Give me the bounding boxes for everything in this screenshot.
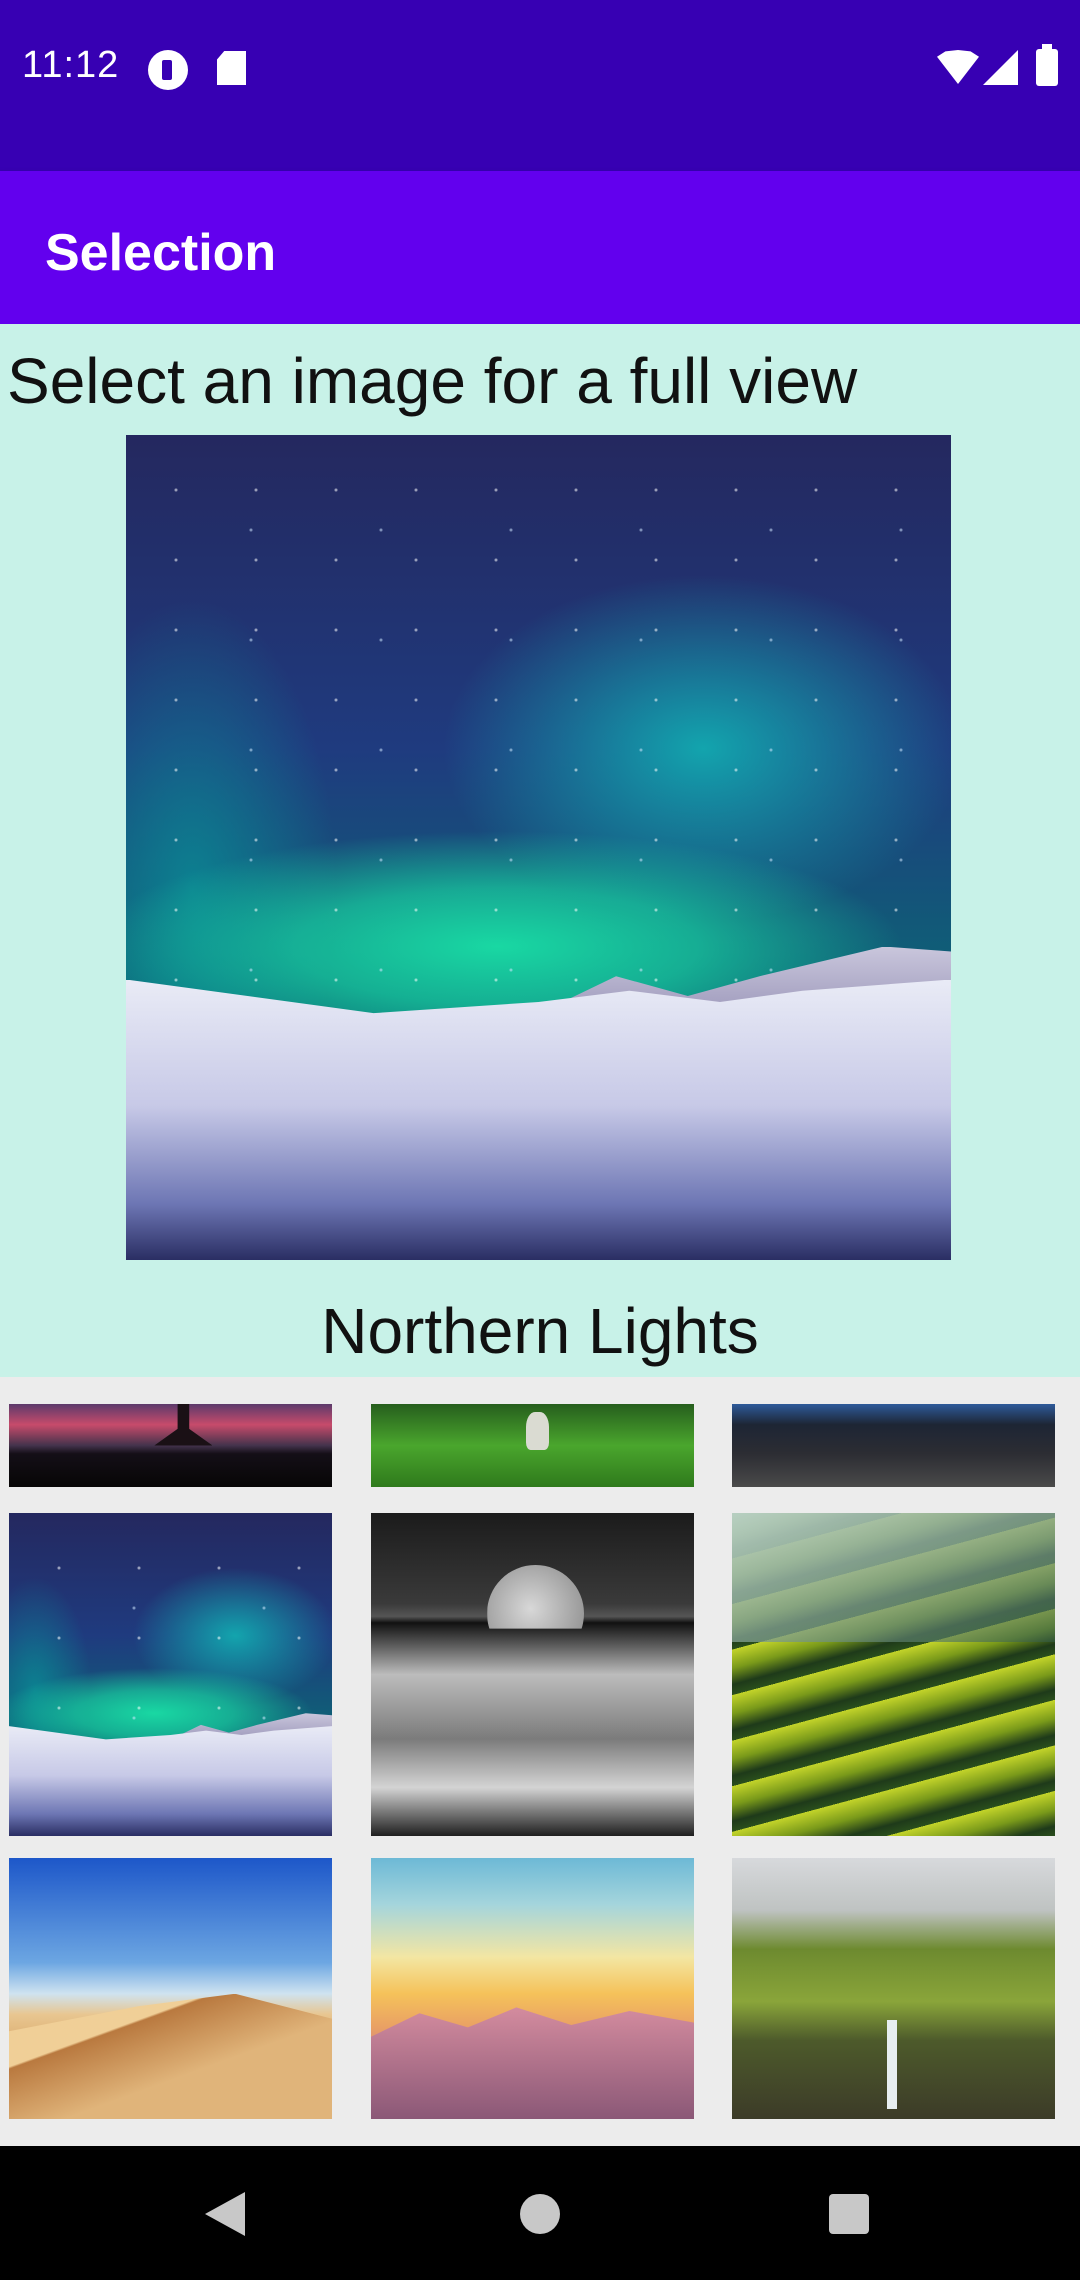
thumbnail-green-forest[interactable] [371,1404,694,1487]
sd-card-icon [217,51,246,85]
wifi-icon [937,50,979,84]
aurora-snow-shape [126,979,951,1260]
selection-panel: Select an image for a full view Northern… [0,324,1080,1377]
app-title: Selection [45,224,277,282]
image-gallery [0,1377,1080,2146]
cell-signal-icon [983,50,1018,85]
back-icon[interactable] [205,2192,245,2236]
thumbnail-sunset-silhouette[interactable] [9,1404,332,1487]
app-bar: Selection [0,171,1080,324]
prompt-text: Select an image for a full view [7,345,858,417]
thumbnail-northern-lights[interactable] [9,1513,332,1836]
thumbnail-rice-terraces[interactable] [732,1513,1055,1836]
thumbnail-pastel-mountains[interactable] [371,1858,694,2119]
thumbnail-rocky-shore[interactable] [732,1404,1055,1487]
image-caption: Northern Lights [321,1295,759,1367]
recents-icon[interactable] [829,2194,869,2234]
thumbnail-desert-dunes[interactable] [9,1858,332,2119]
home-icon[interactable] [520,2194,560,2234]
full-view-image [126,435,951,1260]
status-bar: 11:12 [0,0,1080,171]
thumbnail-green-cliff-waterfall[interactable] [732,1858,1055,2119]
thumbnail-moon-over-sea[interactable] [371,1513,694,1836]
aurora-snow-shape [9,1726,332,1836]
navigation-bar [0,2146,1080,2280]
battery-icon [1036,44,1058,86]
notification-app-icon [148,50,188,90]
status-time: 11:12 [22,44,120,86]
